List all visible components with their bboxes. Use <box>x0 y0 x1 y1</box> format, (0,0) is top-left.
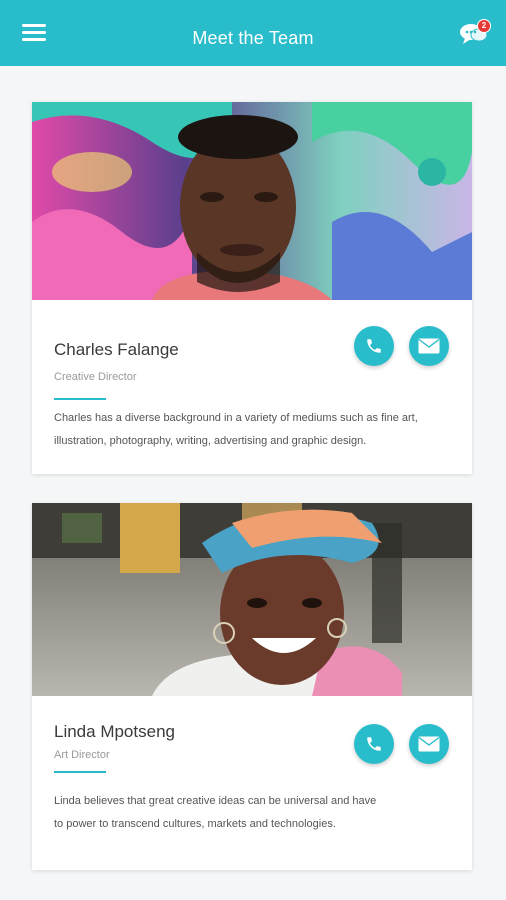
accent-divider <box>54 398 106 400</box>
member-name: Charles Falange <box>54 340 179 359</box>
phone-icon <box>367 339 381 353</box>
team-member-card: Linda Mpotseng Art Director Linda believ… <box>32 503 472 870</box>
mail-icon <box>418 736 440 752</box>
phone-icon <box>367 737 381 751</box>
member-bio: Linda believes that great creative ideas… <box>54 795 377 830</box>
member-photo <box>32 102 472 300</box>
mail-icon <box>418 338 440 354</box>
member-name: Linda Mpotseng <box>54 722 175 741</box>
call-button[interactable] <box>354 326 394 366</box>
app-bar: Meet the Team 2 <box>0 0 506 66</box>
email-button[interactable] <box>409 326 449 366</box>
team-member-card: Charles Falange Creative Director Charle… <box>32 102 472 474</box>
email-button[interactable] <box>409 724 449 764</box>
accent-divider <box>54 771 106 773</box>
member-role: Creative Director <box>54 371 137 383</box>
member-bio: Charles has a diverse background in a va… <box>54 412 418 447</box>
member-role: Art Director <box>54 749 110 761</box>
page-title: Meet the Team <box>192 28 314 48</box>
call-button[interactable] <box>354 724 394 764</box>
notification-badge: 2 <box>477 19 491 33</box>
member-photo <box>32 503 472 696</box>
